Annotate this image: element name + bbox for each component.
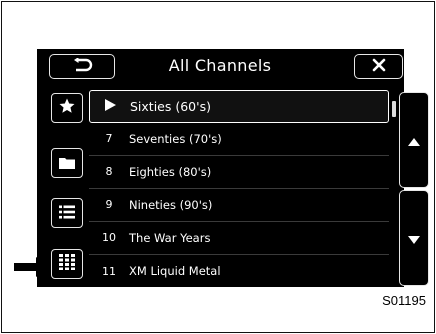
list-icon xyxy=(59,204,75,223)
channel-name: Seventies (70's) xyxy=(129,131,222,146)
pointer-arrow-icon xyxy=(14,256,50,282)
back-button[interactable] xyxy=(49,54,115,79)
channel-row[interactable]: 11 XM Liquid Metal xyxy=(89,255,389,288)
keypad-icon xyxy=(59,254,75,274)
sidebar-item-favorites[interactable] xyxy=(51,93,83,123)
channel-number: 7 xyxy=(105,132,113,146)
folder-icon xyxy=(59,154,75,173)
channel-list: Sixties (60's) 7 Seventies (70's) 8 Eigh… xyxy=(89,90,389,286)
channel-row[interactable]: 10 The War Years xyxy=(89,222,389,255)
channel-name: The War Years xyxy=(129,230,211,245)
figure-code: S01195 xyxy=(382,293,426,308)
channel-name: XM Liquid Metal xyxy=(129,264,221,279)
scrollbar-thumb[interactable] xyxy=(392,101,396,117)
channel-number: 10 xyxy=(102,231,116,245)
channel-number: 11 xyxy=(102,264,116,278)
close-button[interactable] xyxy=(354,54,403,79)
page-down-button[interactable] xyxy=(399,190,429,286)
play-icon xyxy=(90,98,130,114)
close-icon xyxy=(372,57,386,76)
channel-row[interactable]: 9 Nineties (90's) xyxy=(89,189,389,222)
channel-name: Eighties (80's) xyxy=(129,164,212,179)
sidebar-item-category[interactable] xyxy=(51,148,83,178)
figure-frame: All Channels Sixties (60's) 7 Seventies … xyxy=(1,1,435,333)
sidebar-item-direct-tune[interactable] xyxy=(51,249,83,279)
channel-number: 9 xyxy=(105,198,113,212)
page-up-button[interactable] xyxy=(399,92,429,188)
channel-name: Sixties (60's) xyxy=(130,98,211,114)
channel-row[interactable]: Sixties (60's) xyxy=(89,90,389,123)
scrollbar-track[interactable] xyxy=(392,101,396,261)
sidebar-item-list[interactable] xyxy=(51,198,83,228)
head-unit-screen: All Channels Sixties (60's) 7 Seventies … xyxy=(37,49,429,287)
channel-name: Nineties (90's) xyxy=(129,197,213,212)
channel-row[interactable]: 7 Seventies (70's) xyxy=(89,123,389,156)
channel-row[interactable]: 8 Eighties (80's) xyxy=(89,156,389,189)
triangle-up-icon xyxy=(408,131,420,150)
back-return-icon xyxy=(71,57,93,76)
page-title: All Channels xyxy=(168,56,272,75)
triangle-down-icon xyxy=(408,229,420,248)
star-icon xyxy=(58,97,76,119)
channel-number: 8 xyxy=(105,165,113,179)
